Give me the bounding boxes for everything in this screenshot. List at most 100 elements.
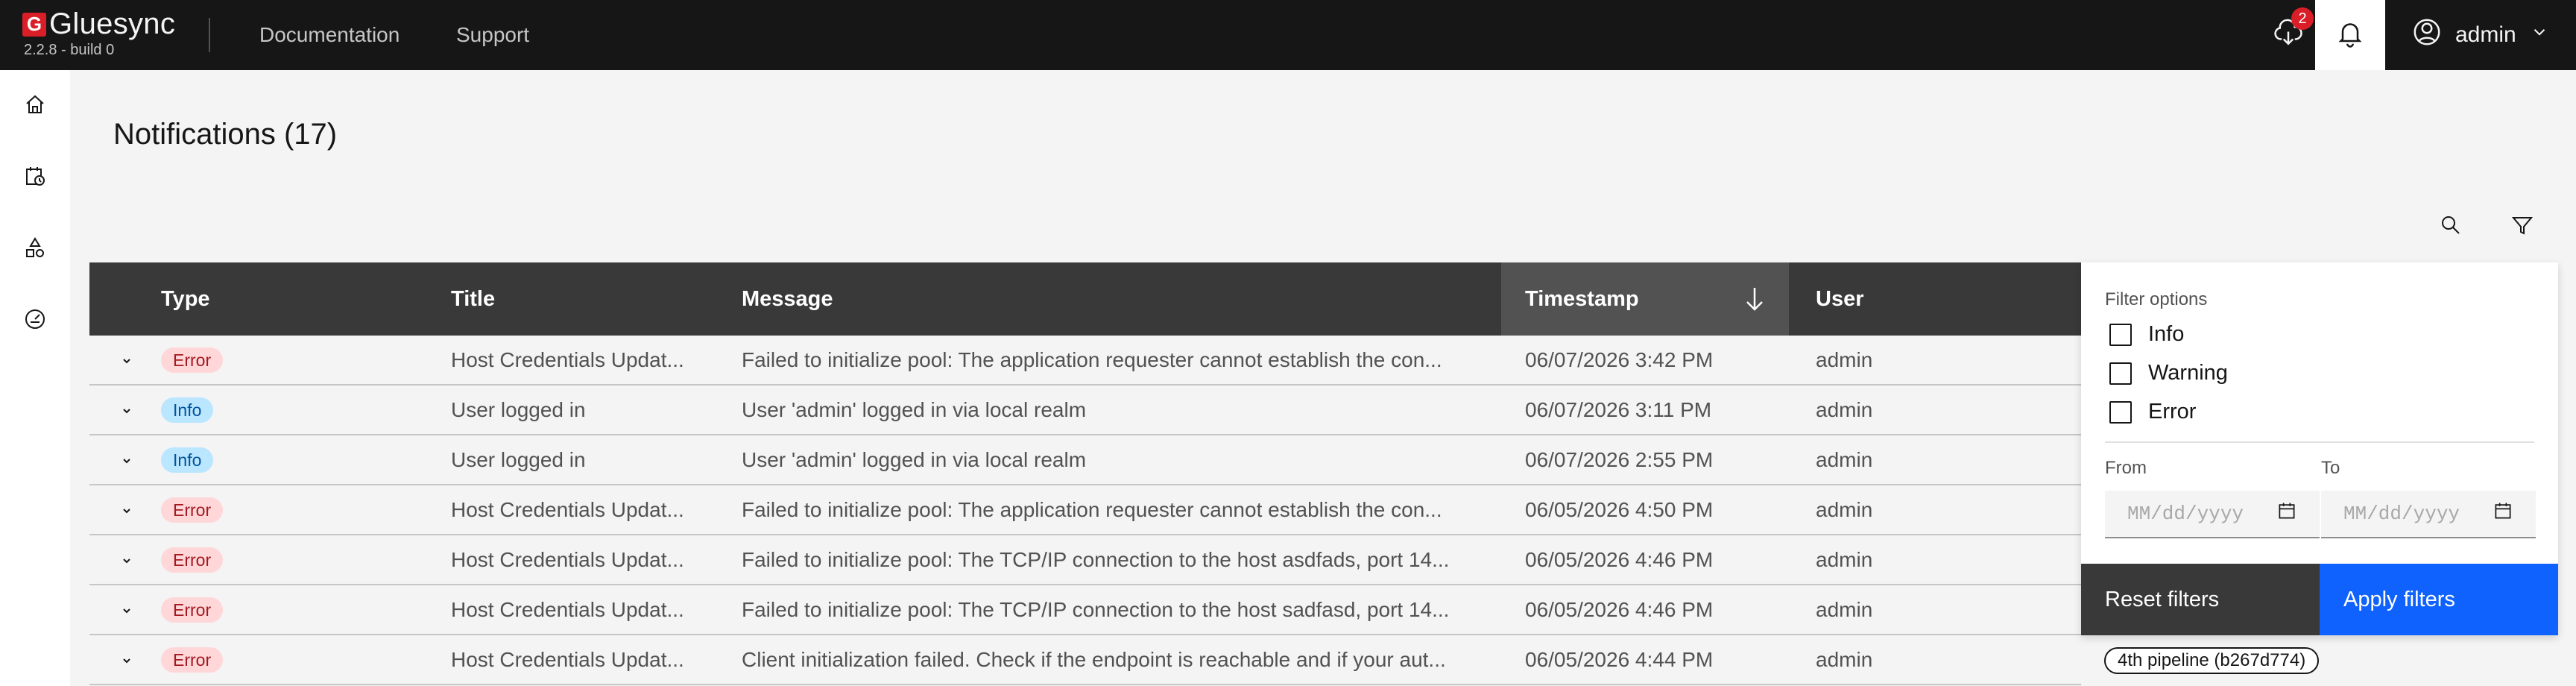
type-tag: Info [161, 397, 214, 423]
expand-row-button[interactable] [112, 336, 142, 384]
from-date-placeholder: MM/dd/yyyy [2127, 503, 2244, 525]
table-row[interactable]: Error Host Credentials Updat... Failed to … [89, 485, 2081, 535]
user-name: admin [2455, 22, 2516, 47]
type-tag: Error [161, 497, 224, 523]
message-cell: User 'admin' logged in via local realm [742, 397, 1087, 421]
user-menu[interactable]: admin [2412, 0, 2549, 70]
table-header: Type Title Message Timestamp User [89, 262, 2081, 336]
bell-icon [2335, 19, 2365, 52]
chevron-down-icon [121, 448, 133, 472]
title-cell: User logged in [451, 397, 586, 421]
header-divider [209, 18, 210, 52]
downloads-button[interactable]: 2 [2258, 0, 2318, 70]
user-cell: admin [1816, 397, 1873, 421]
type-tag: Error [161, 597, 224, 623]
filter-heading: Filter options [2105, 289, 2208, 309]
calendar-icon [2276, 500, 2297, 527]
user-cell: admin [1816, 547, 1873, 571]
type-cell: Error [161, 585, 224, 634]
title-cell: Host Credentials Updat... [451, 497, 684, 521]
user-cell: admin [1816, 347, 1873, 371]
filter-option-label: Warning [2148, 361, 2228, 385]
download-count-badge: 2 [2291, 7, 2314, 30]
app-version: 2.2.8 - build 0 [24, 42, 115, 58]
from-label: From [2105, 458, 2147, 478]
calendar-icon [2493, 500, 2513, 527]
timestamp-header-label: Timestamp [1525, 286, 1639, 311]
table-row[interactable]: Info User logged in User 'admin' logged in… [89, 386, 2081, 435]
table-row[interactable]: Error Host Credentials Updat... Failed to … [89, 585, 2081, 635]
apply-filters-button[interactable]: Apply filters [2320, 564, 2558, 635]
search-button[interactable] [2430, 206, 2472, 248]
app-name: Gluesync [49, 7, 176, 40]
expand-row-button[interactable] [112, 485, 142, 534]
type-cell: Error [161, 535, 224, 584]
checkbox-box [2109, 400, 2132, 424]
expand-row-button[interactable] [112, 435, 142, 484]
calendar-clock-icon[interactable] [20, 161, 50, 191]
pipeline-tag[interactable]: 4th pipeline (b267d774) [2104, 647, 2320, 674]
from-date-input[interactable]: MM/dd/yyyy [2105, 491, 2320, 538]
to-date-placeholder: MM/dd/yyyy [2343, 503, 2460, 525]
table-row[interactable]: Error Host Credentials Updat... Client ini… [89, 635, 2081, 685]
shapes-icon[interactable] [20, 233, 50, 262]
filter-panel: Filter options Info Warning Error From T… [2081, 262, 2558, 635]
column-header-user[interactable]: User [1816, 262, 1864, 336]
app-logo[interactable]: G Gluesync [22, 7, 175, 41]
type-cell: Info [161, 386, 214, 434]
notifications-table: Type Title Message Timestamp User Error H… [89, 262, 2081, 685]
timestamp-cell: 06/07/2026 3:11 PM [1525, 397, 1712, 421]
timestamp-cell: 06/07/2026 3:42 PM [1525, 347, 1714, 371]
search-icon [2439, 213, 2463, 241]
home-icon[interactable] [20, 89, 50, 119]
page-title: Notifications (17) [113, 118, 338, 151]
chevron-down-icon [121, 598, 133, 622]
message-cell: Client initialization failed. Check if t… [742, 647, 1446, 671]
type-tag: Error [161, 547, 224, 573]
nav-documentation-link[interactable]: Documentation [259, 0, 400, 70]
reset-filters-button[interactable]: Reset filters [2081, 564, 2320, 635]
checkbox-box [2109, 362, 2132, 385]
logo-mark: G [22, 12, 46, 37]
column-header-type[interactable]: Type [161, 262, 210, 336]
chevron-down-icon [121, 648, 133, 672]
message-cell: Failed to initialize pool: The applicati… [742, 497, 1442, 521]
chevron-down-icon [2530, 22, 2549, 48]
filter-icon [2510, 213, 2534, 241]
user-cell: admin [1816, 447, 1873, 471]
dashboard-gauge-icon[interactable] [20, 304, 50, 334]
expand-row-button[interactable] [112, 635, 142, 684]
filter-checkbox-error[interactable]: Error [2109, 400, 2196, 424]
user-cell: admin [1816, 497, 1873, 521]
column-header-timestamp[interactable]: Timestamp [1501, 262, 1789, 336]
side-rail [0, 70, 70, 686]
type-tag: Error [161, 646, 224, 673]
table-row[interactable]: Error Host Credentials Updat... Failed to … [89, 336, 2081, 386]
user-avatar-icon [2412, 17, 2442, 53]
chevron-down-icon [121, 498, 133, 522]
to-date-input[interactable]: MM/dd/yyyy [2321, 491, 2536, 538]
expand-row-button[interactable] [112, 585, 142, 634]
table-row[interactable]: Error Host Credentials Updat... Failed to … [89, 535, 2081, 585]
column-header-title[interactable]: Title [451, 262, 495, 336]
expand-row-button[interactable] [112, 386, 142, 434]
type-cell: Error [161, 635, 224, 684]
nav-support-link[interactable]: Support [456, 0, 529, 70]
column-header-message[interactable]: Message [742, 262, 833, 336]
timestamp-cell: 06/05/2026 4:46 PM [1525, 597, 1714, 621]
title-cell: Host Credentials Updat... [451, 597, 684, 621]
filter-button[interactable] [2501, 206, 2543, 248]
filter-checkbox-warning[interactable]: Warning [2109, 361, 2228, 386]
expand-row-button[interactable] [112, 535, 142, 584]
notifications-button[interactable] [2315, 0, 2385, 70]
message-cell: Failed to initialize pool: The TCP/IP co… [742, 597, 1450, 621]
title-cell: Host Credentials Updat... [451, 547, 684, 571]
timestamp-cell: 06/07/2026 2:55 PM [1525, 447, 1714, 471]
to-label: To [2321, 458, 2340, 478]
table-row[interactable]: Info User logged in User 'admin' logged in… [89, 435, 2081, 485]
message-cell: User 'admin' logged in via local realm [742, 447, 1087, 471]
timestamp-cell: 06/05/2026 4:44 PM [1525, 647, 1714, 671]
chevron-down-icon [121, 548, 133, 572]
timestamp-cell: 06/05/2026 4:46 PM [1525, 547, 1714, 571]
filter-checkbox-info[interactable]: Info [2109, 322, 2184, 347]
